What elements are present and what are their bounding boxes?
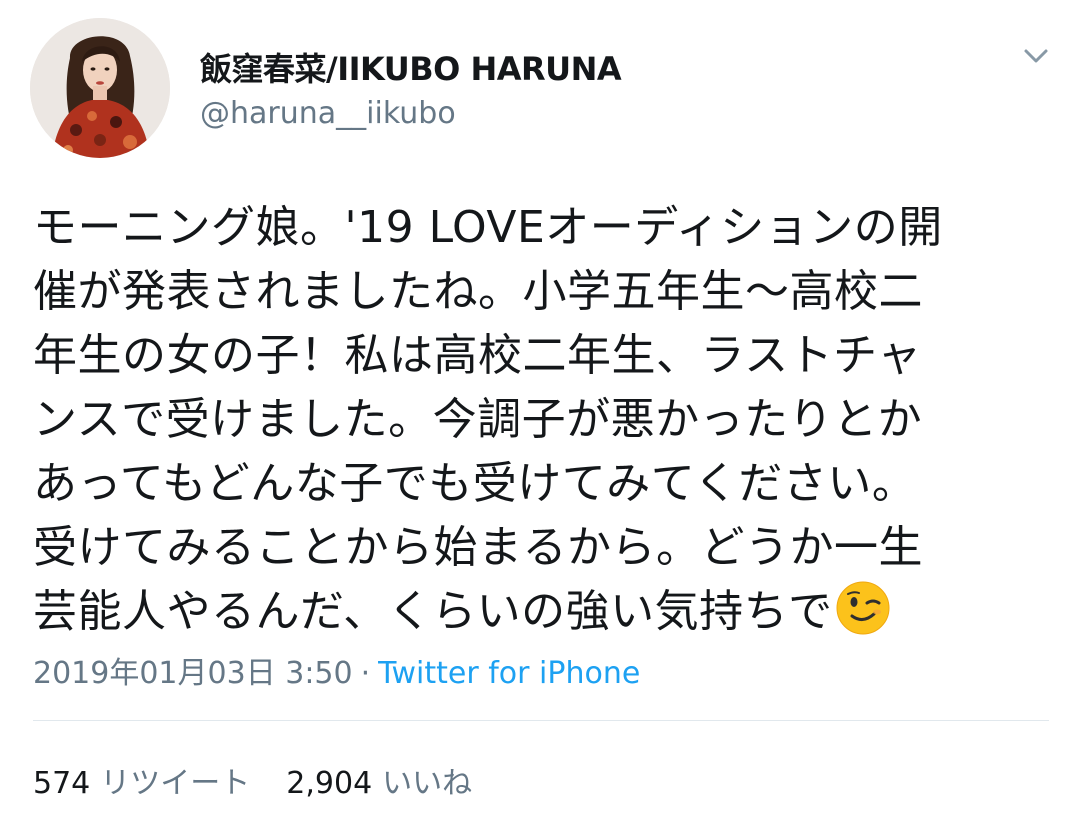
likes-label: いいね <box>382 766 473 801</box>
author-display-name[interactable]: 飯窪春菜/IIKUBO HARUNA <box>200 44 622 90</box>
tweet-text-line: モーニング娘。'19 LOVEオーディションの開 <box>33 202 943 253</box>
tweet-text-line: 受けてみることから始まるから。どうか一生 <box>33 522 923 573</box>
divider <box>33 720 1049 721</box>
tweet-text-line-last: 芸能人やるんだ、くらいの強い気持ちで <box>33 580 1043 644</box>
retweets-count: 574 <box>33 766 91 801</box>
winking-face-icon <box>835 580 891 636</box>
tweet-meta: 2019年01月03日 3:50 · Twitter for iPhone <box>33 648 640 692</box>
likes-count: 2,904 <box>286 766 373 801</box>
timestamp[interactable]: 2019年01月03日 3:50 <box>33 656 353 691</box>
author-handle[interactable]: @haruna__iikubo <box>200 96 456 131</box>
tweet-text: モーニング娘。'19 LOVEオーディションの開 催が発表されましたね。小学五年… <box>33 196 1043 644</box>
retweets-label: リツイート <box>100 766 251 801</box>
source-link[interactable]: Twitter for iPhone <box>378 656 640 691</box>
tweet-stats: 574 リツイート 2,904 いいね <box>33 758 472 802</box>
tweet-text-line: 催が発表されましたね。小学五年生〜高校二 <box>33 266 923 317</box>
tweet-text-line: 年生の女の子！私は高校二年生、ラストチャ <box>33 330 922 381</box>
tweet-text-line: ンスで受けました。今調子が悪かったりとか <box>33 394 923 445</box>
chevron-down-icon[interactable] <box>1018 42 1054 72</box>
tweet-text-line-content: 芸能人やるんだ、くらいの強い気持ちで <box>33 586 833 637</box>
tweet-text-line: あってもどんな子でも受けてみてください。 <box>33 458 917 509</box>
tweet-detail: 飯窪春菜/IIKUBO HARUNA @haruna__iikubo モーニング… <box>0 0 1080 821</box>
likes-stat[interactable]: 2,904 いいね <box>286 758 472 802</box>
avatar[interactable] <box>30 18 170 158</box>
retweets-stat[interactable]: 574 リツイート <box>33 758 250 802</box>
meta-separator: · <box>360 656 371 691</box>
